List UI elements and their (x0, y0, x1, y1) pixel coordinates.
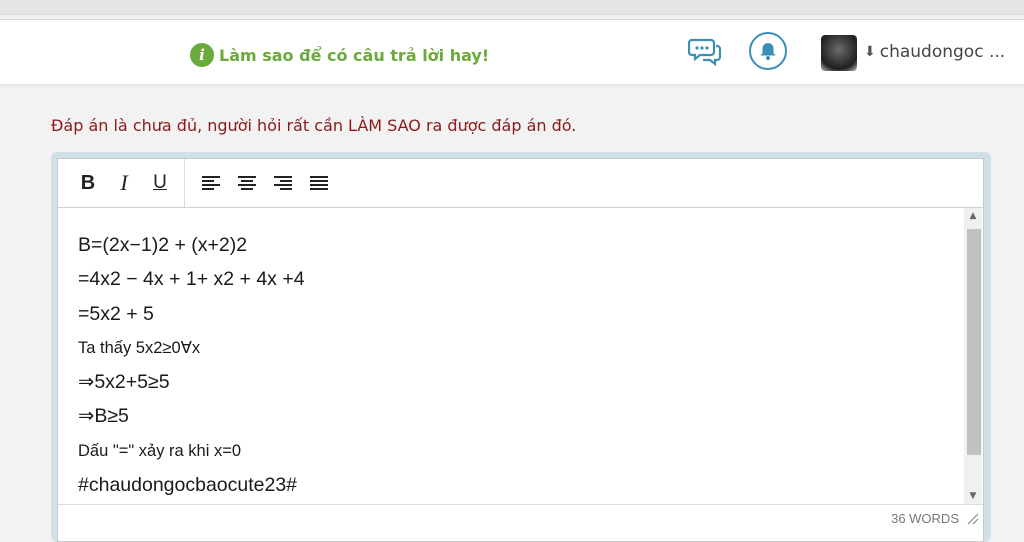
editor-toolbar: B I U (58, 159, 983, 208)
scroll-up-icon[interactable]: ▲ (964, 208, 982, 224)
answer-editor-frame: B I U B=(2x−1)2 + (x+2)2 =4x2 − 4x + 1+ … (51, 152, 991, 542)
align-center-button[interactable] (229, 165, 265, 201)
align-justify-button[interactable] (301, 165, 337, 201)
site-header: i Làm sao để có câu trả lời hay! ⬇ chaud… (0, 19, 1024, 85)
content-line: ⇒5x2+5≥5 (78, 371, 170, 394)
content-line: ⇒B≥5 (78, 405, 129, 428)
content-line: Ta thấy 5x2≥0∀x (78, 338, 201, 357)
double-chevron-down-icon: ⬇ (864, 44, 876, 60)
content-line: =5x2 + 5 (78, 302, 154, 325)
align-center-icon (238, 176, 256, 190)
align-justify-icon (310, 176, 328, 190)
answer-tip-text: Làm sao để có câu trả lời hay! (219, 45, 490, 65)
answer-editor: B I U B=(2x−1)2 + (x+2)2 =4x2 − 4x + 1+ … (57, 158, 984, 542)
content-line: #chaudongocbaocute23# (78, 474, 298, 497)
answer-tip-link[interactable]: i Làm sao để có câu trả lời hay! (190, 43, 489, 67)
chat-bubbles-icon[interactable] (688, 37, 722, 67)
resize-grip-icon[interactable] (965, 511, 979, 525)
scrollbar-thumb[interactable] (967, 229, 981, 455)
scroll-down-icon[interactable]: ▼ (964, 488, 982, 504)
editor-status-bar: 36 WORDS (58, 504, 983, 542)
user-menu-toggle[interactable]: ⬇ chaudongoc ... (864, 40, 1005, 64)
alignment-group (185, 159, 337, 207)
info-icon: i (190, 43, 214, 67)
word-count: 36 WORDS (891, 511, 959, 526)
italic-button[interactable]: I (106, 165, 142, 201)
bold-button[interactable]: B (70, 165, 106, 201)
align-left-icon (202, 176, 220, 190)
editor-content[interactable]: B=(2x−1)2 + (x+2)2 =4x2 − 4x + 1+ x2 + 4… (58, 208, 964, 504)
bell-icon (760, 43, 776, 60)
content-line: B=(2x−1)2 + (x+2)2 (78, 234, 248, 256)
editor-scrollbar[interactable]: ▲ ▼ (964, 208, 982, 504)
align-left-button[interactable] (193, 165, 229, 201)
notifications-button[interactable] (749, 32, 787, 70)
content-line: Dấu "=" xảy ra khi x=0 (78, 441, 242, 460)
underline-button[interactable]: U (142, 165, 178, 201)
content-line: =4x2 − 4x + 1+ x2 + 4x +4 (78, 268, 305, 291)
align-right-icon (274, 176, 292, 190)
answer-notice: Đáp án là chưa đủ, người hỏi rất cần LÀM… (51, 116, 577, 135)
avatar[interactable] (821, 35, 857, 71)
browser-top-strip (0, 0, 1024, 15)
format-group: B I U (58, 159, 185, 207)
align-right-button[interactable] (265, 165, 301, 201)
username-label: chaudongoc ... (879, 42, 1006, 62)
